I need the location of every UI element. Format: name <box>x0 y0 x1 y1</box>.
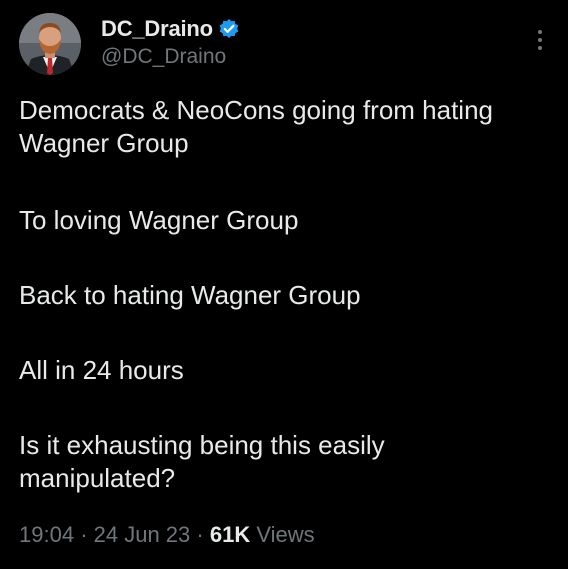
tweet-paragraph: To loving Wagner Group <box>19 205 299 235</box>
more-options-icon[interactable] <box>532 27 548 53</box>
more-dot <box>538 46 542 50</box>
tweet-meta: 19:04 · 24 Jun 23 · 61K Views <box>19 522 315 548</box>
avatar[interactable] <box>19 13 81 75</box>
author-name-row[interactable]: DC_Draino <box>101 16 240 42</box>
tweet-time[interactable]: 19:04 <box>19 522 74 547</box>
author-handle[interactable]: @DC_Draino <box>101 45 226 69</box>
meta-separator: · <box>196 522 204 547</box>
avatar-image <box>19 13 81 75</box>
more-dot <box>538 30 542 34</box>
tweet-paragraph: Democrats & NeoCons going from hating Wa… <box>19 95 494 158</box>
tweet-paragraph: Is it exhausting being this easily manip… <box>19 430 385 493</box>
views-count: 61K <box>209 522 251 547</box>
more-dot <box>538 38 542 42</box>
meta-separator: · <box>80 522 88 547</box>
tweet-date[interactable]: 24 Jun 23 <box>94 522 191 547</box>
tweet-paragraph: Back to hating Wagner Group <box>19 280 361 310</box>
verified-badge-icon <box>218 18 240 40</box>
author-display-name[interactable]: DC_Draino <box>101 16 213 42</box>
tweet-card: DC_Draino @DC_Draino Democrats & NeoCons… <box>0 0 568 569</box>
views-label: Views <box>256 522 315 547</box>
tweet-paragraph: All in 24 hours <box>19 355 184 385</box>
